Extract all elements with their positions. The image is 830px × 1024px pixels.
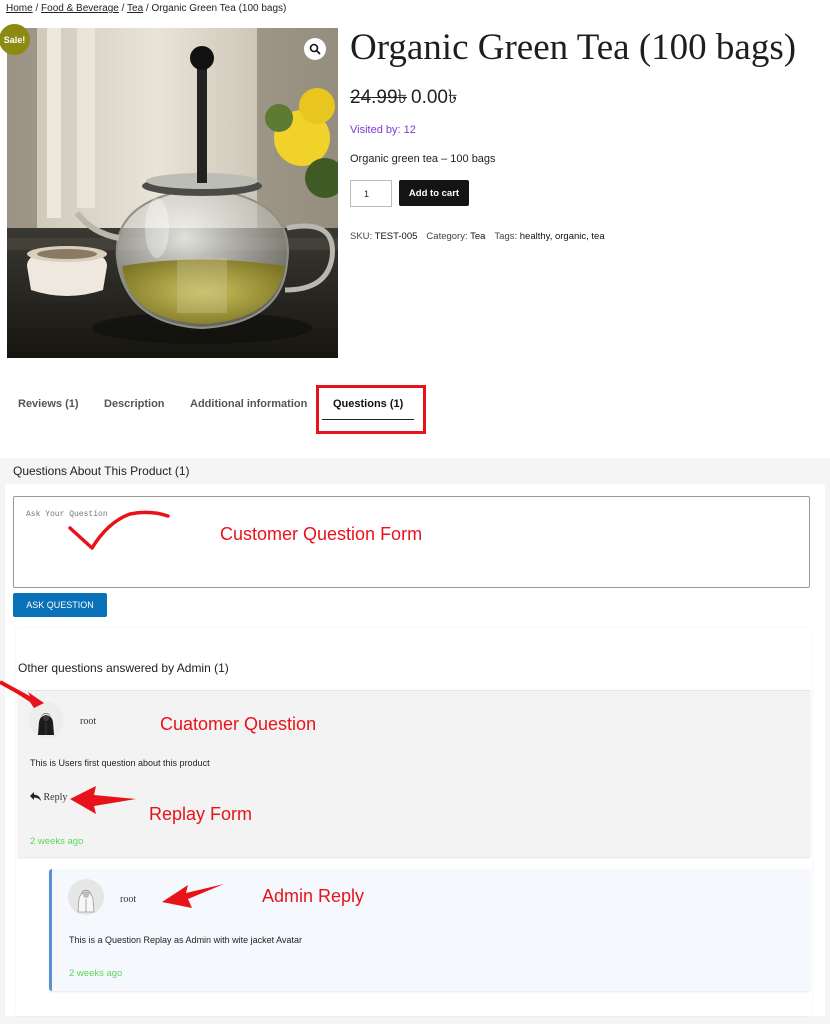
breadcrumb-current: Organic Green Tea (100 bags) bbox=[151, 3, 287, 14]
avatar bbox=[68, 879, 104, 915]
question-author: root bbox=[80, 716, 97, 727]
answer-author: root bbox=[120, 894, 137, 905]
quantity-input[interactable] bbox=[350, 180, 392, 207]
breadcrumb: Home / Food & Beverage / Tea / Organic G… bbox=[6, 3, 286, 14]
answered-questions-heading: Other questions answered by Admin (1) bbox=[18, 661, 229, 675]
reply-arrow-icon bbox=[30, 792, 41, 801]
admin-reply-card bbox=[49, 869, 810, 991]
tab-reviews[interactable]: Reviews (1) bbox=[18, 398, 79, 410]
tab-additional-information[interactable]: Additional information bbox=[190, 398, 307, 410]
breadcrumb-separator: / bbox=[118, 3, 128, 14]
sku-label: SKU: bbox=[350, 231, 375, 242]
zoom-button[interactable] bbox=[304, 38, 326, 60]
annotation-customer-question: Cuatomer Question bbox=[160, 714, 317, 734]
answer-text: This is a Question Replay as Admin with … bbox=[69, 935, 302, 945]
category-link[interactable]: Tea bbox=[470, 231, 485, 242]
sku-value: TEST-005 bbox=[374, 231, 418, 242]
breadcrumb-category-link[interactable]: Food & Beverage bbox=[41, 3, 119, 14]
sale-price: 0.00৳ bbox=[411, 87, 458, 108]
ask-question-button[interactable]: ASK QUESTION bbox=[13, 593, 107, 617]
product-title: Organic Green Tea (100 bags) bbox=[350, 27, 797, 68]
tags-label: Tags: bbox=[494, 231, 520, 242]
annotation-question-form: Customer Question Form bbox=[220, 524, 423, 544]
magnifier-icon bbox=[309, 43, 321, 55]
avatar bbox=[28, 702, 64, 738]
short-description: Organic green tea – 100 bags bbox=[350, 153, 496, 165]
category-label: Category: bbox=[426, 231, 471, 242]
price: 24.99৳ 0.00৳ bbox=[350, 83, 457, 115]
add-to-cart-button[interactable]: Add to cart bbox=[399, 180, 469, 206]
black-jacket-avatar-icon bbox=[28, 702, 64, 738]
teapot-photo bbox=[7, 28, 338, 358]
breadcrumb-home-link[interactable]: Home bbox=[6, 3, 33, 14]
reply-link[interactable]: Reply bbox=[30, 792, 67, 803]
annotation-highlight-box bbox=[316, 385, 426, 434]
question-timestamp: 2 weeks ago bbox=[30, 836, 84, 847]
reply-label: Reply bbox=[43, 792, 68, 803]
breadcrumb-subcategory-link[interactable]: Tea bbox=[127, 3, 143, 14]
sale-badge: Sale! bbox=[0, 24, 30, 55]
questions-heading: Questions About This Product (1) bbox=[13, 464, 190, 478]
tags-links[interactable]: healthy, organic, tea bbox=[520, 231, 605, 242]
breadcrumb-separator: / bbox=[32, 3, 42, 14]
tab-description[interactable]: Description bbox=[104, 398, 165, 410]
product-image[interactable] bbox=[7, 28, 338, 358]
white-jacket-avatar-icon bbox=[68, 879, 104, 915]
answer-timestamp: 2 weeks ago bbox=[69, 968, 123, 979]
regular-price: 24.99৳ bbox=[350, 87, 408, 108]
annotation-admin-reply: Admin Reply bbox=[262, 886, 365, 906]
product-meta: SKU: TEST-005 Category: Tea Tags: healthy,… bbox=[350, 231, 605, 242]
question-text: This is Users first question about this … bbox=[30, 758, 210, 768]
visit-counter: Visited by: 12 bbox=[350, 124, 416, 136]
question-card bbox=[18, 690, 810, 857]
annotation-reply-form: Replay Form bbox=[149, 804, 253, 824]
